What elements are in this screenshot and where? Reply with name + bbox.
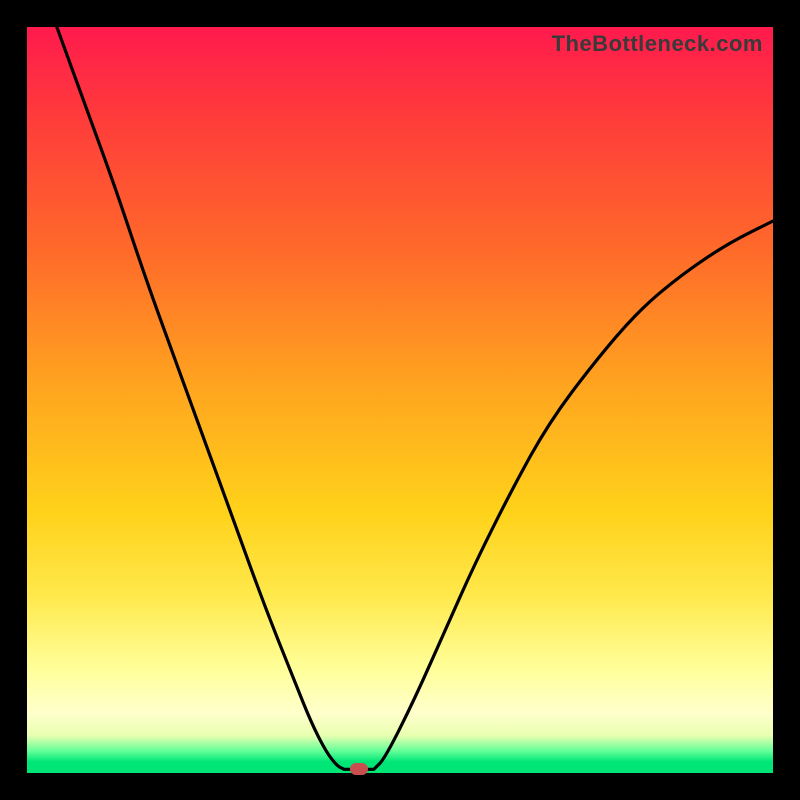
chart-frame: TheBottleneck.com <box>0 0 800 800</box>
watermark-text: TheBottleneck.com <box>552 31 763 57</box>
curve-path <box>57 27 773 769</box>
plot-area: TheBottleneck.com <box>27 27 773 773</box>
bottleneck-curve <box>27 27 773 773</box>
optimum-marker <box>350 763 368 775</box>
